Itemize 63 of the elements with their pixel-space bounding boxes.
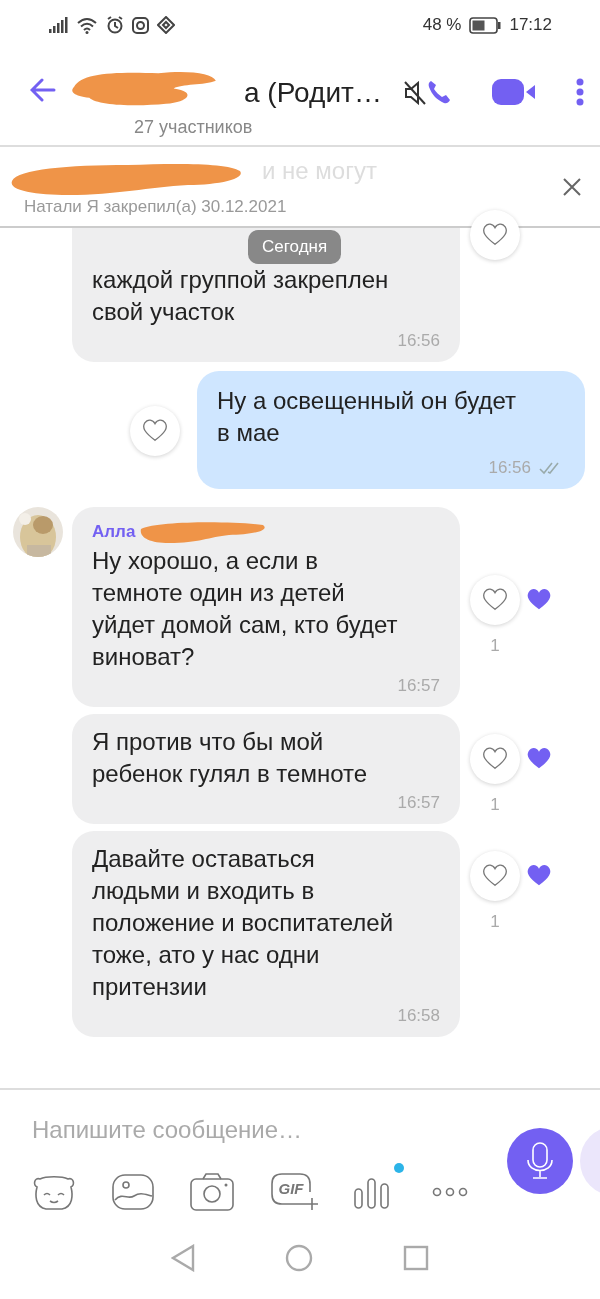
triangle-icon bbox=[171, 1243, 195, 1272]
gallery-button[interactable] bbox=[112, 1174, 154, 1210]
alarm-icon bbox=[106, 16, 124, 34]
message-time: 16:56 bbox=[488, 457, 531, 479]
heart-icon bbox=[482, 587, 508, 613]
wifi-icon bbox=[76, 16, 98, 34]
menu-icon bbox=[575, 78, 584, 106]
video-call-button[interactable] bbox=[491, 78, 536, 106]
message-text: Ну а освещенный он будет в мае bbox=[217, 386, 518, 448]
close-icon bbox=[562, 176, 582, 197]
message-time: 16:58 bbox=[396, 1005, 440, 1027]
battery-level: 48 % bbox=[422, 14, 462, 37]
circle-icon bbox=[285, 1243, 313, 1272]
microphone-icon bbox=[527, 1142, 553, 1180]
close-button[interactable] bbox=[562, 176, 582, 197]
image-icon bbox=[112, 1174, 154, 1210]
message-text: Давайте оставаться людьми и входить в положение и воспитателей тоже, ато у нас одни притензии bbox=[92, 844, 395, 1002]
diamond-icon bbox=[157, 16, 175, 34]
like-button[interactable] bbox=[470, 575, 520, 625]
sender-name: Алла bbox=[92, 521, 136, 544]
message-time: 16:57 bbox=[396, 675, 440, 697]
message-text: Ну хорошо, а если в темноте один из детей уйдет домой сам, кто будет виноват? bbox=[92, 546, 399, 672]
nav-recents-button[interactable] bbox=[403, 1244, 429, 1271]
camera-button[interactable] bbox=[190, 1173, 234, 1211]
like-button[interactable] bbox=[470, 851, 520, 901]
message-input-field[interactable]: Напишите сообщение… bbox=[32, 1112, 472, 1148]
like-button[interactable] bbox=[470, 734, 520, 784]
like-button[interactable] bbox=[470, 210, 520, 260]
participants-count: 27 участников bbox=[134, 116, 254, 139]
back-arrow-icon bbox=[30, 78, 56, 102]
camera-square-icon bbox=[132, 16, 149, 34]
like-button[interactable] bbox=[130, 406, 180, 456]
camera-icon bbox=[190, 1173, 234, 1211]
heart-icon bbox=[482, 863, 508, 889]
message-time: 16:56 bbox=[396, 330, 440, 352]
more-button[interactable] bbox=[432, 1187, 468, 1197]
menu-button[interactable] bbox=[575, 78, 584, 106]
bear-face-icon bbox=[32, 1173, 76, 1211]
nav-back-button[interactable] bbox=[171, 1243, 195, 1272]
gif-button[interactable]: GIF bbox=[270, 1172, 318, 1212]
pinned-info: Натали Я закрепил(а) 30.12.2021 bbox=[24, 196, 287, 218]
gif-frame-icon bbox=[270, 1172, 318, 1212]
chat-title: а (Родит… bbox=[244, 76, 382, 110]
square-icon bbox=[403, 1244, 429, 1271]
video-camera-icon bbox=[491, 78, 536, 106]
message-text: каждой группой закреплен свой участок bbox=[92, 265, 390, 327]
back-button[interactable] bbox=[30, 78, 56, 102]
sticker-button[interactable] bbox=[32, 1173, 76, 1211]
heart-icon bbox=[482, 222, 508, 248]
nav-home-button[interactable] bbox=[285, 1243, 313, 1272]
battery-icon bbox=[469, 16, 502, 34]
more-icon bbox=[432, 1187, 468, 1197]
heart-icon bbox=[142, 418, 168, 444]
reaction-count: 1 bbox=[490, 635, 500, 657]
clock-time: 17:12 bbox=[509, 14, 552, 37]
reaction-count: 1 bbox=[490, 911, 500, 933]
message-time: 16:57 bbox=[396, 792, 440, 814]
signal-icon bbox=[48, 17, 68, 33]
date-label: Сегодня bbox=[248, 230, 342, 264]
heart-icon bbox=[482, 746, 508, 772]
reaction-count: 1 bbox=[490, 794, 500, 816]
equalizer-icon bbox=[354, 1175, 390, 1209]
message-text: Я против что бы мой ребенок гулял в темноте bbox=[92, 727, 369, 789]
